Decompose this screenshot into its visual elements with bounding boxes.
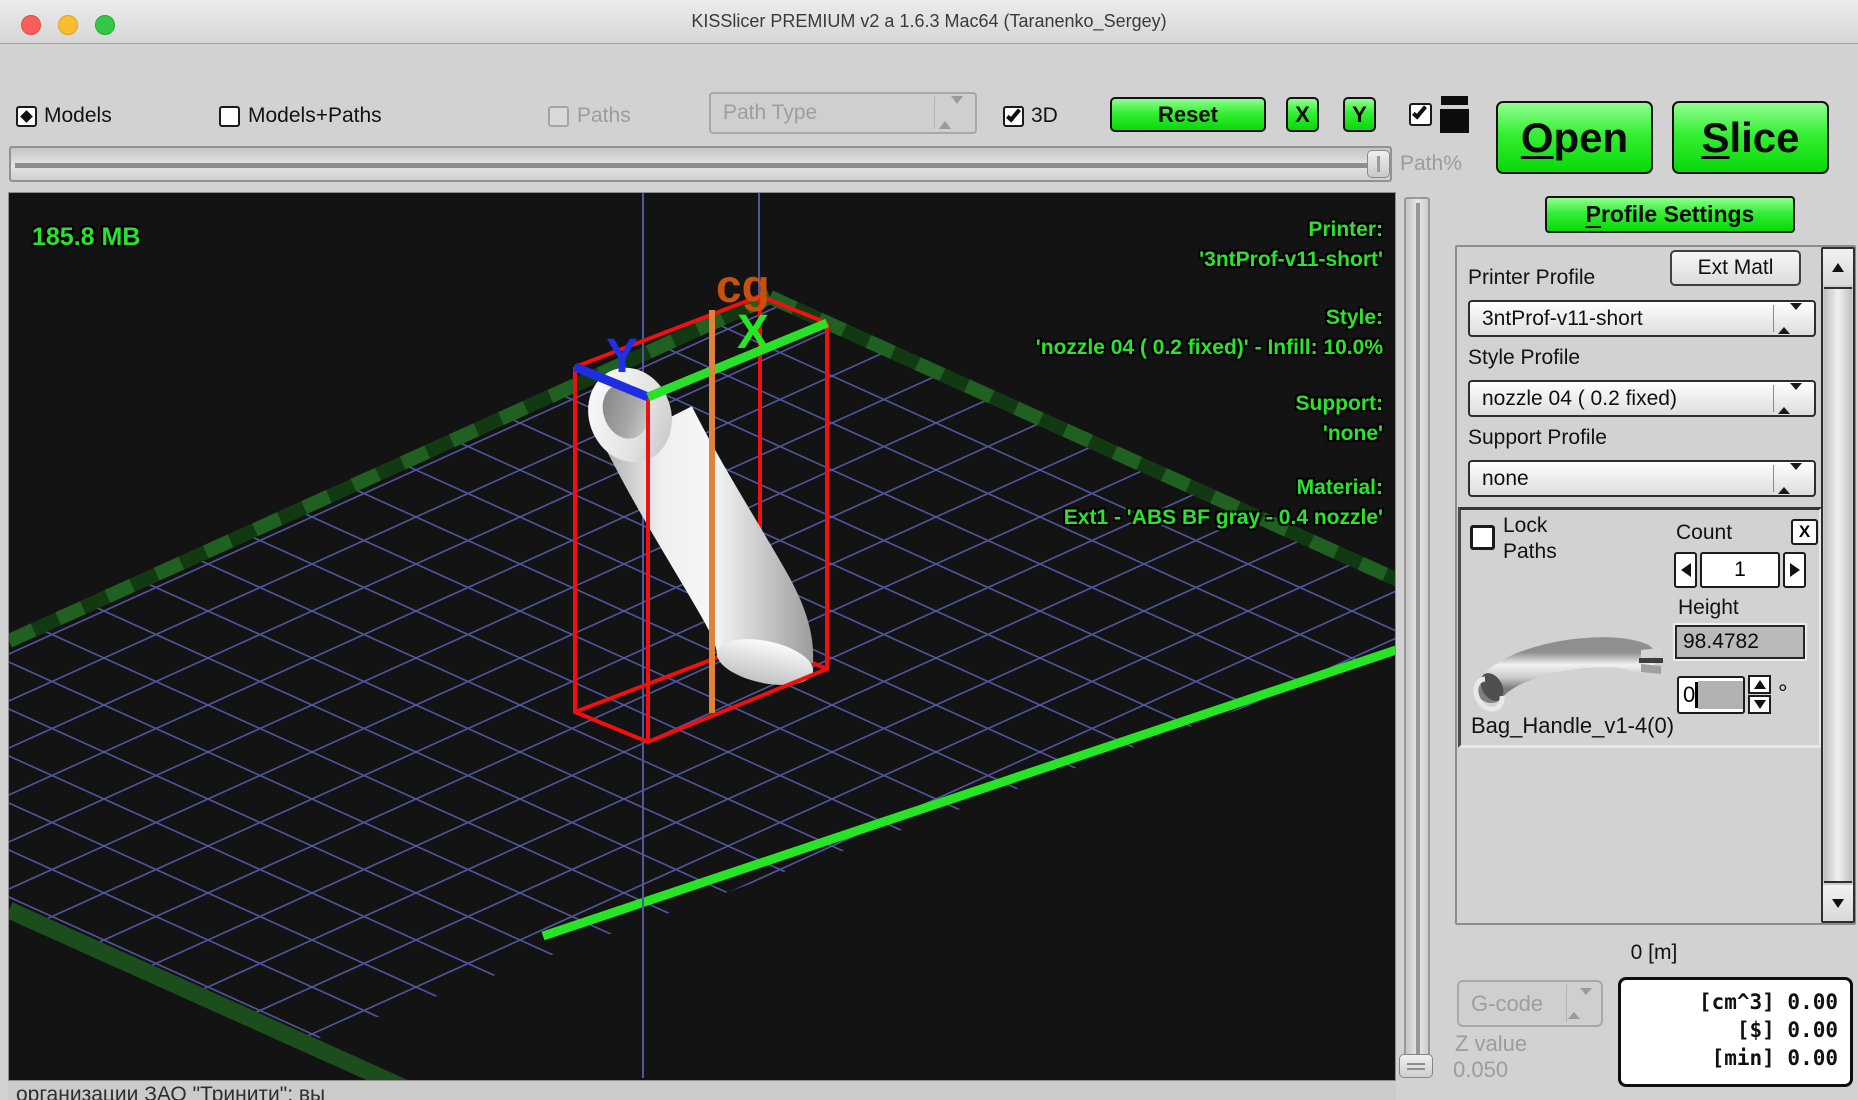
show-bed-checkbox[interactable] <box>1409 103 1432 126</box>
models-paths-checkbox[interactable] <box>219 106 240 127</box>
slice-button[interactable]: Slice <box>1672 101 1829 174</box>
memory-readout: 185.8 MB <box>32 223 140 252</box>
volume-estimate: [cm^3] 0.00 <box>1621 988 1838 1016</box>
left-arrow-icon <box>1681 563 1691 577</box>
hud-info: Printer: '3ntProf-v11-short' Style: 'noz… <box>1036 215 1383 533</box>
style-profile-value: nozzle 04 ( 0.2 fixed) <box>1482 387 1677 411</box>
chevron-up-down-icon <box>1778 310 1802 328</box>
check-icon <box>1412 104 1427 120</box>
count-increment-button[interactable] <box>1783 552 1806 588</box>
chevron-up-down-icon <box>939 104 963 122</box>
model-thumbnail <box>1465 626 1665 716</box>
z-slider[interactable] <box>1404 197 1430 1074</box>
cost-estimate: [$] 0.00 <box>1621 1016 1838 1044</box>
window-title: KISSlicer PREMIUM v2 a 1.6.3 Mac64 (Tara… <box>0 11 1858 32</box>
path-percent-slider[interactable] <box>9 146 1392 182</box>
height-label: Height <box>1678 596 1739 620</box>
estimate-box: [cm^3] 0.00 [$] 0.00 [min] 0.00 <box>1618 977 1853 1087</box>
path-type-dropdown[interactable]: Path Type <box>709 92 977 134</box>
rotation-down-button[interactable] <box>1748 695 1771 714</box>
3d-checkbox[interactable] <box>1003 106 1024 127</box>
y-view-button[interactable]: Y <box>1343 97 1376 132</box>
rotation-value: 0 <box>1683 682 1695 708</box>
time-estimate: [min] 0.00 <box>1621 1044 1838 1072</box>
models-radio[interactable] <box>16 106 37 127</box>
chevron-up-down-icon <box>1778 390 1802 408</box>
style-profile-label: Style Profile <box>1468 346 1580 370</box>
hud-style-label: Style: <box>1036 303 1383 333</box>
chevron-up-down-icon <box>1568 995 1592 1013</box>
scroll-down-button[interactable] <box>1823 885 1853 921</box>
gcode-dropdown[interactable]: G-code <box>1457 980 1603 1027</box>
gcode-value: G-code <box>1471 991 1543 1017</box>
hud-support-label: Support: <box>1036 389 1383 419</box>
z-slider-thumb[interactable] <box>1399 1054 1433 1078</box>
check-icon <box>1006 107 1021 123</box>
path-percent-label: Path% <box>1400 152 1462 176</box>
count-field[interactable]: 1 <box>1700 552 1780 588</box>
lock-paths-label-2: Paths <box>1503 540 1557 564</box>
delete-model-button[interactable]: X <box>1791 519 1818 545</box>
3d-label: 3D <box>1031 104 1058 128</box>
count-decrement-button[interactable] <box>1674 552 1697 588</box>
paths-label: Paths <box>577 104 631 128</box>
filament-length-label: 0 [m] <box>1455 941 1853 965</box>
model-name: Bag_Handle_v1-4(0) <box>1471 713 1674 739</box>
height-field[interactable]: 98.4782 <box>1675 625 1805 659</box>
lock-paths-label-1: Lock <box>1503 514 1547 538</box>
hud-material-value: Ext1 - 'ABS BF gray - 0.4 nozzle' <box>1036 503 1383 533</box>
support-profile-label: Support Profile <box>1468 426 1607 450</box>
printer-profile-label: Printer Profile <box>1468 266 1595 290</box>
rotation-field[interactable]: 0 <box>1677 676 1745 714</box>
printer-profile-dropdown[interactable]: 3ntProf-v11-short <box>1468 300 1816 337</box>
rotation-up-button[interactable] <box>1748 675 1771 694</box>
models-paths-label: Models+Paths <box>248 104 382 128</box>
slider-thumb[interactable] <box>1367 150 1390 178</box>
count-label: Count <box>1676 521 1732 545</box>
hud-style-value: 'nozzle 04 ( 0.2 fixed)' - Infill: 10.0% <box>1036 333 1383 363</box>
rotation-spinner <box>1748 675 1771 714</box>
chevron-up-down-icon <box>1778 470 1802 488</box>
x-view-button[interactable]: X <box>1286 97 1319 132</box>
style-profile-dropdown[interactable]: nozzle 04 ( 0.2 fixed) <box>1468 380 1816 417</box>
status-text: организации ЗАО "Тринити": вы <box>16 1083 325 1100</box>
hud-support-value: 'none' <box>1036 419 1383 449</box>
printer-profile-value: 3ntProf-v11-short <box>1482 307 1643 331</box>
radio-dot-icon <box>20 110 33 123</box>
lock-paths-checkbox[interactable] <box>1470 525 1495 550</box>
status-bar: организации ЗАО "Тринити": вы <box>8 1081 1396 1100</box>
hud-printer-value: '3ntProf-v11-short' <box>1036 245 1383 275</box>
support-profile-dropdown[interactable]: none <box>1468 460 1816 497</box>
reset-button[interactable]: Reset <box>1110 97 1266 132</box>
y-axis-label: Y <box>606 330 638 383</box>
3d-viewport[interactable]: cg X Y 185.8 MB Printer: '3ntProf-v11-sh… <box>8 192 1396 1081</box>
support-profile-value: none <box>1482 467 1529 491</box>
scrollbar-thumb[interactable] <box>1824 287 1852 883</box>
models-label: Models <box>44 104 112 128</box>
x-axis-label: X <box>737 306 769 359</box>
profile-settings-button[interactable]: Profile Settings <box>1545 196 1795 233</box>
down-arrow-icon <box>1832 899 1844 908</box>
ext-matl-button[interactable]: Ext Matl <box>1670 250 1801 286</box>
path-type-value: Path Type <box>723 101 817 125</box>
right-arrow-icon <box>1790 563 1800 577</box>
open-button[interactable]: Open <box>1496 101 1653 174</box>
paths-checkbox[interactable] <box>548 106 569 127</box>
z-value: 0.050 <box>1453 1057 1508 1083</box>
title-bar: KISSlicer PREMIUM v2 a 1.6.3 Mac64 (Tara… <box>0 0 1858 44</box>
panel-scrollbar[interactable] <box>1821 247 1855 923</box>
hud-printer-label: Printer: <box>1036 215 1383 245</box>
bed-icon <box>1440 96 1470 136</box>
hud-material-label: Material: <box>1036 473 1383 503</box>
degree-label: ° <box>1778 680 1788 708</box>
scroll-up-button[interactable] <box>1823 249 1853 285</box>
up-arrow-icon <box>1832 263 1844 272</box>
down-arrow-icon <box>1754 700 1766 709</box>
up-arrow-icon <box>1754 680 1766 689</box>
z-value-label: Z value <box>1455 1031 1527 1057</box>
cg-label: cg <box>716 260 770 312</box>
model-card: Lock Paths Count X 1 Height 98.4782 0 ° … <box>1458 507 1822 748</box>
